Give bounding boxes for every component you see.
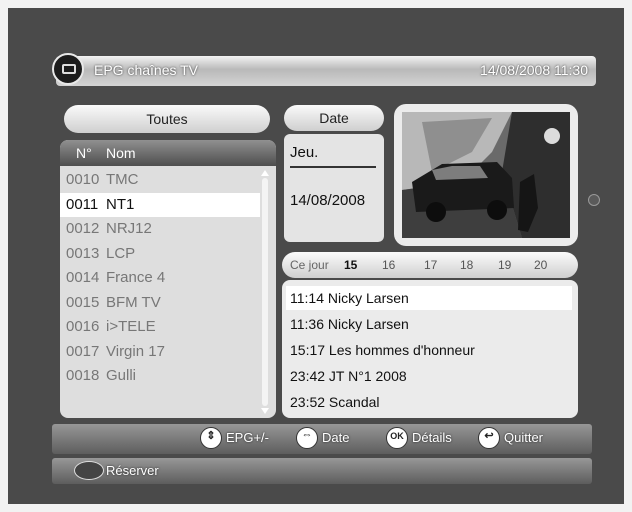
channel-row[interactable]: 0013 LCP (60, 242, 260, 267)
tv-icon (52, 53, 84, 85)
column-number-header: N° (76, 145, 92, 161)
timeline-hour[interactable]: 17 (424, 258, 437, 272)
channel-number: 0017 (66, 342, 100, 360)
channel-name: Virgin 17 (106, 342, 165, 360)
channel-filter-button[interactable]: Toutes (64, 105, 270, 133)
action-bar: ⇕ EPG+/- ⇔ Date OK Détails ↩ Quitter (52, 424, 592, 454)
epg-screen: EPG chaînes TV 14/08/2008 11:30 Toutes N… (8, 8, 624, 504)
timeline-hour[interactable]: 20 (534, 258, 547, 272)
scroll-up-arrow-icon[interactable] (261, 170, 269, 176)
channel-list: 0010 TMC 0011 NT1 0012 NRJ12 0013 LCP 0014 Fr… (60, 168, 260, 389)
channel-number: 0013 (66, 244, 100, 262)
channel-list-panel: N° Nom 0010 TMC 0011 NT1 0012 NRJ12 0013 LCP… (60, 140, 276, 418)
channel-name: NT1 (106, 195, 135, 213)
channel-row[interactable]: 0018 Gulli (60, 364, 260, 389)
channel-row[interactable]: 0015 BFM TV (60, 291, 260, 316)
timeline-label: Ce jour (290, 258, 329, 272)
program-row[interactable]: 23:52 Scandal (286, 390, 572, 414)
program-list-panel: 11:14 Nicky Larsen 11:36 Nicky Larsen 15… (282, 280, 578, 418)
date-button[interactable]: Date (284, 105, 384, 131)
selected-day: Jeu. (290, 144, 319, 161)
channel-number: 0012 (66, 220, 100, 237)
quit-action-label: Quitter (504, 430, 544, 445)
details-action-label: Détails (412, 430, 452, 445)
program-row[interactable]: 23:42 JT N°1 2008 (286, 364, 572, 388)
date-panel: Jeu. 14/08/2008 (284, 134, 384, 242)
timeline-bar[interactable]: Ce jour 15 16 17 18 19 20 (282, 252, 578, 278)
timeline-hour[interactable]: 18 (460, 258, 473, 272)
channel-number: 0018 (66, 367, 100, 384)
channel-row[interactable]: 0012 NRJ12 (60, 217, 260, 242)
channel-name: NRJ12 (106, 220, 152, 237)
channel-row[interactable]: 0016 i>TELE (60, 315, 260, 340)
timeline-hour[interactable]: 16 (382, 258, 395, 272)
channel-number: 0010 (66, 171, 100, 188)
date-divider (290, 166, 376, 168)
channel-name: BFM TV (106, 293, 161, 311)
channel-number: 0016 (66, 318, 100, 335)
channel-row[interactable]: 0014 France 4 (60, 266, 260, 291)
reserve-bar: Réserver (52, 458, 592, 484)
channel-number: 0015 (66, 293, 100, 311)
channel-row[interactable]: 0010 TMC (60, 168, 260, 193)
date-action-label: Date (322, 430, 350, 445)
channel-scrollbar[interactable] (260, 170, 270, 414)
side-indicator (588, 194, 600, 206)
page-title: EPG chaînes TV (94, 62, 199, 78)
reserve-label[interactable]: Réserver (106, 463, 159, 478)
video-preview-image (402, 112, 570, 238)
timeline-hour[interactable]: 19 (498, 258, 511, 272)
channel-row[interactable]: 0017 Virgin 17 (60, 340, 260, 365)
red-button-icon[interactable] (74, 461, 104, 480)
program-row-selected[interactable]: 11:14 Nicky Larsen (286, 286, 572, 310)
channel-name: LCP (106, 244, 136, 262)
channel-number: 0011 (66, 195, 99, 213)
timeline-hour-current[interactable]: 15 (344, 258, 357, 272)
video-preview (394, 104, 578, 246)
scroll-track[interactable] (262, 178, 268, 406)
selected-date: 14/08/2008 (290, 192, 366, 209)
title-bar: EPG chaînes TV 14/08/2008 11:30 (52, 53, 596, 86)
channel-list-header: N° Nom (60, 140, 276, 166)
program-row[interactable]: 15:17 Les hommes d'honneur (286, 338, 572, 362)
channel-name: Gulli (106, 367, 137, 384)
channel-number: 0014 (66, 269, 100, 286)
channel-name: France 4 (106, 269, 166, 286)
epg-plus-minus-label: EPG+/- (226, 430, 269, 445)
channel-row-selected[interactable]: 0011 NT1 (60, 192, 260, 217)
channel-name: TMC (106, 171, 139, 188)
current-datetime: 14/08/2008 11:30 (480, 62, 588, 78)
program-row[interactable]: 11:36 Nicky Larsen (286, 312, 572, 336)
channel-name: i>TELE (106, 318, 156, 335)
column-name-header: Nom (106, 145, 136, 161)
scroll-down-arrow-icon[interactable] (261, 408, 269, 414)
